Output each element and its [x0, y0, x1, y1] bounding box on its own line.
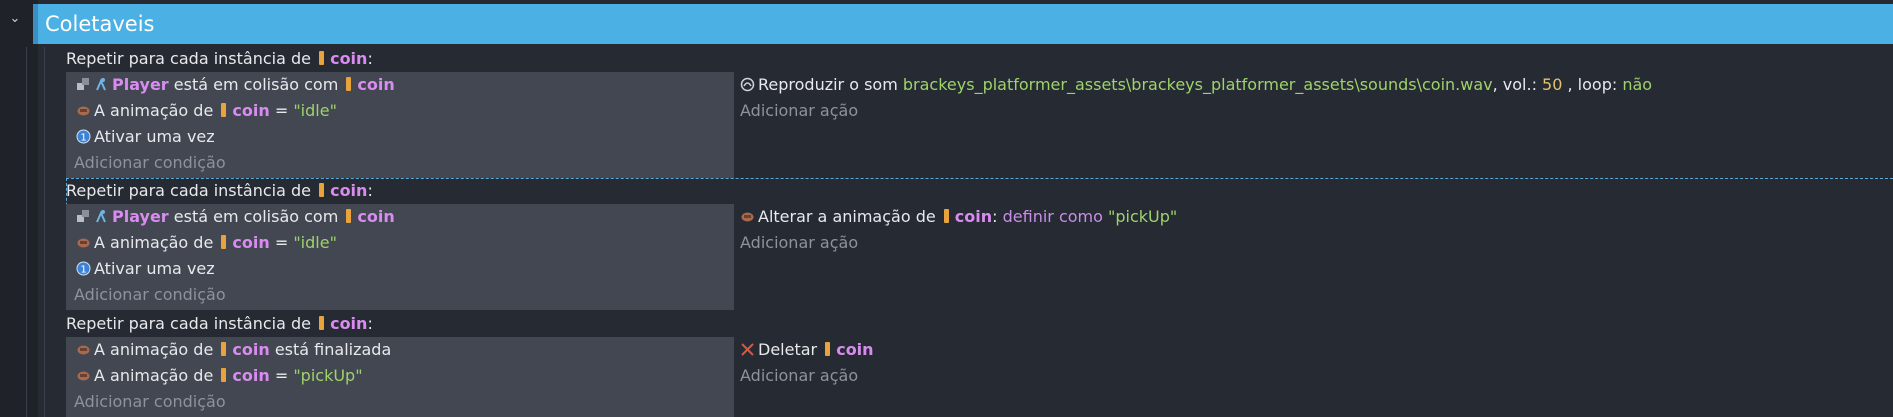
event-1-header[interactable]: Repetir para cada instância de coin: — [66, 46, 373, 72]
coin-icon — [943, 209, 949, 223]
player-object[interactable]: Player — [112, 207, 169, 226]
tree-line — [26, 47, 27, 417]
coin-object[interactable]: coin — [357, 75, 394, 94]
coin-object[interactable]: coin — [330, 314, 367, 333]
coin-icon — [221, 103, 227, 117]
add-action-link[interactable]: Adicionar ação — [740, 363, 858, 389]
coin-object[interactable]: coin — [836, 340, 873, 359]
coin-object[interactable]: coin — [955, 207, 992, 226]
sound-icon — [740, 74, 755, 92]
add-condition-link[interactable]: Adicionar condição — [66, 150, 734, 176]
for-each-label: Repetir para cada instância de — [66, 49, 311, 68]
coin-object[interactable]: coin — [330, 49, 367, 68]
group-header[interactable] — [38, 4, 1893, 44]
event-3-header[interactable]: Repetir para cada instância de coin: — [66, 311, 373, 337]
coin-object[interactable]: coin — [232, 366, 269, 385]
delete-icon — [740, 339, 755, 356]
coin-icon — [221, 235, 227, 249]
coin-object[interactable]: coin — [330, 181, 367, 200]
animation-icon — [740, 206, 755, 222]
coin-icon — [319, 183, 325, 197]
coin-object[interactable]: coin — [232, 233, 269, 252]
animation-icon — [76, 365, 91, 381]
coin-object[interactable]: coin — [232, 101, 269, 120]
condition-collision[interactable]: Player está em colisão com coin — [66, 204, 734, 230]
event-1-action[interactable]: Reproduzir o som brackeys_platformer_ass… — [740, 72, 1652, 98]
condition-animation[interactable]: A animação de coin = "idle" — [66, 98, 734, 124]
add-condition-link[interactable]: Adicionar condição — [66, 282, 734, 308]
coin-icon — [319, 51, 325, 65]
player-icon — [94, 74, 109, 91]
condition-trigger-once[interactable]: 1 Ativar uma vez — [66, 256, 734, 282]
for-each-label: Repetir para cada instância de — [66, 314, 311, 333]
event-2-conditions: Player está em colisão com coin A animaç… — [66, 204, 734, 310]
condition-collision[interactable]: Player está em colisão com coin — [66, 72, 734, 98]
animation-icon — [76, 232, 91, 248]
coin-icon — [319, 316, 325, 330]
add-action-link[interactable]: Adicionar ação — [740, 230, 858, 256]
condition-trigger-once[interactable]: 1 Ativar uma vez — [66, 124, 734, 150]
condition-animation[interactable]: A animação de coin = "pickUp" — [66, 363, 734, 389]
coin-icon — [221, 342, 227, 356]
chevron-down-icon[interactable]: ⌄ — [6, 10, 24, 28]
add-action-link[interactable]: Adicionar ação — [740, 98, 858, 124]
coin-icon — [825, 342, 831, 356]
coin-object[interactable]: coin — [357, 207, 394, 226]
animation-icon — [76, 100, 91, 116]
collision-icon — [76, 74, 91, 90]
event-3-action[interactable]: Deletar coin — [740, 337, 874, 363]
player-icon — [94, 206, 109, 223]
collision-icon — [76, 206, 91, 222]
coin-icon — [221, 368, 227, 382]
svg-text:1: 1 — [80, 133, 86, 144]
player-object[interactable]: Player — [112, 75, 169, 94]
trigger-once-icon: 1 — [76, 126, 91, 144]
event-1-conditions: Player está em colisão com coin A animaç… — [66, 72, 734, 178]
event-2-action[interactable]: Alterar a animação de coin: definir como… — [740, 204, 1177, 230]
condition-animation[interactable]: A animação de coin = "idle" — [66, 230, 734, 256]
animation-icon — [76, 339, 91, 355]
coin-icon — [346, 209, 352, 223]
event-3-conditions: A animação de coin está finalizada A ani… — [66, 337, 734, 417]
event-2-header[interactable]: Repetir para cada instância de coin: — [66, 178, 373, 204]
left-gutter — [0, 0, 38, 417]
event-tree-line — [44, 47, 45, 417]
add-condition-link[interactable]: Adicionar condição — [66, 389, 734, 415]
condition-animation-finished[interactable]: A animação de coin está finalizada — [66, 337, 734, 363]
trigger-once-icon: 1 — [76, 258, 91, 276]
svg-text:1: 1 — [80, 265, 86, 276]
coin-icon — [346, 77, 352, 91]
coin-object[interactable]: coin — [232, 340, 269, 359]
for-each-label: Repetir para cada instância de — [66, 181, 311, 200]
group-title: Coletaveis — [45, 12, 155, 36]
